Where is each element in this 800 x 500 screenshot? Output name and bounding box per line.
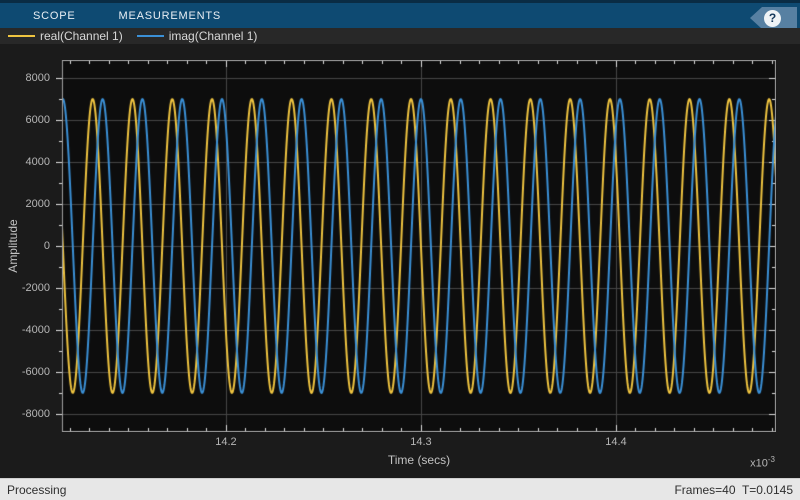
y-tick-label: -2000 xyxy=(0,281,50,295)
legend-swatch-real xyxy=(8,35,35,37)
status-bar: Processing Frames=40 T=0.0145 xyxy=(0,478,800,500)
y-tick-label: 2000 xyxy=(0,197,50,211)
x-tick-label: 14.2 xyxy=(215,436,236,448)
legend: real(Channel 1) imag(Channel 1) xyxy=(0,28,800,44)
legend-swatch-imag xyxy=(137,35,164,37)
x-axis-multiplier: x10-3 xyxy=(750,455,775,470)
y-tick-label: 0 xyxy=(0,239,50,253)
tab-scope[interactable]: SCOPE xyxy=(33,10,76,22)
y-tick-label: 8000 xyxy=(0,71,50,85)
frames-time-readout: Frames=40 T=0.0145 xyxy=(674,483,793,497)
y-tick-label: 4000 xyxy=(0,155,50,169)
legend-label-real: real(Channel 1) xyxy=(40,29,123,43)
legend-label-imag: imag(Channel 1) xyxy=(169,29,258,43)
tab-measurements[interactable]: MEASUREMENTS xyxy=(119,10,222,22)
status-message: Processing xyxy=(7,483,66,497)
y-tick-label: -6000 xyxy=(0,365,50,379)
x-axis-label: Time (secs) xyxy=(388,453,450,467)
x-tick-label: 14.4 xyxy=(605,436,626,448)
legend-entry-real[interactable]: real(Channel 1) xyxy=(8,29,123,43)
toolstrip-tabbar: SCOPE MEASUREMENTS ? xyxy=(0,0,800,28)
x-tick-label: 14.3 xyxy=(410,436,431,448)
legend-entry-imag[interactable]: imag(Channel 1) xyxy=(137,29,258,43)
x-axis-multiplier-base: x10 xyxy=(750,458,768,470)
x-axis-multiplier-exponent: -3 xyxy=(768,455,775,464)
help-icon[interactable]: ? xyxy=(764,10,781,27)
y-tick-label: -4000 xyxy=(0,323,50,337)
ribbon-collapse-tag[interactable]: ? xyxy=(750,7,797,29)
y-tick-label: 6000 xyxy=(0,113,50,127)
scope-figure: Amplitude Time (secs) x10-3 -8000-6000-4… xyxy=(0,44,800,478)
y-tick-label: -8000 xyxy=(0,407,50,421)
scope-plot-canvas[interactable] xyxy=(56,60,776,432)
